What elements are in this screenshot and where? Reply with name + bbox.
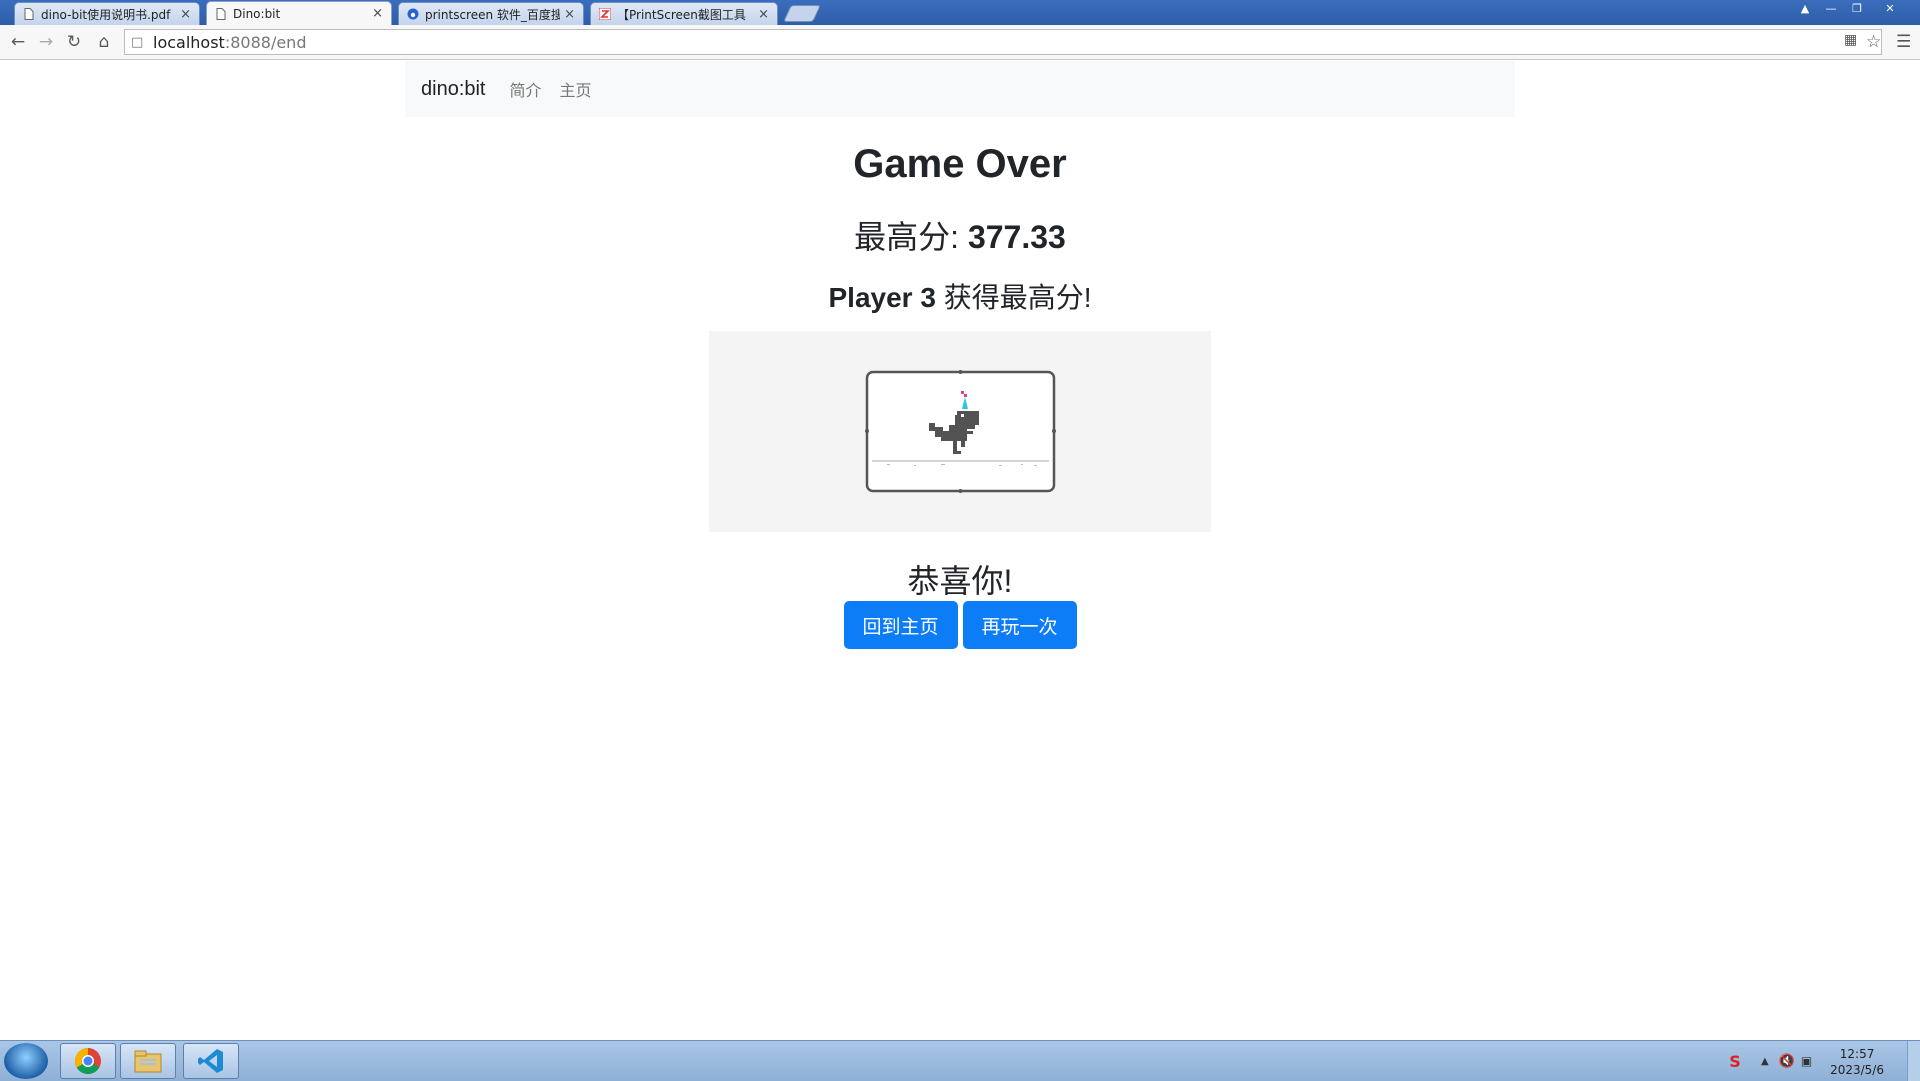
- reload-icon[interactable]: ↻: [64, 32, 84, 52]
- url-path: :8088/end: [224, 32, 307, 52]
- folder-icon: [134, 1050, 162, 1073]
- restore-icon[interactable]: ❐: [1844, 0, 1870, 17]
- chrome-icon: [74, 1047, 101, 1075]
- sogou-ime-icon[interactable]: S: [1725, 1051, 1745, 1071]
- high-score-value: 377.33: [967, 219, 1066, 255]
- document-icon: [23, 8, 35, 20]
- browser-toolbar: ← → ↻ ⌂ □ localhost :8088/end ▦ ☆ ☰: [0, 25, 1920, 60]
- tab-title: printscreen 软件_百度搜: [425, 7, 561, 22]
- bookmark-star-icon[interactable]: ☆: [1866, 32, 1881, 52]
- translate-icon[interactable]: ▦: [1844, 32, 1857, 48]
- dino-device-image: [865, 370, 1056, 493]
- start-button[interactable]: [4, 1043, 48, 1079]
- navbar-brand[interactable]: dino:bit: [421, 78, 486, 101]
- tray-expand-icon[interactable]: ▲: [1761, 1056, 1769, 1067]
- new-tab-button[interactable]: [783, 5, 821, 22]
- clock-time: 12:57: [1839, 1047, 1875, 1061]
- close-icon[interactable]: ×: [564, 7, 575, 22]
- tab-dinobit[interactable]: Dino:bit ×: [206, 1, 392, 25]
- taskbar-clock[interactable]: 12:57 2023/5/6: [1830, 1046, 1884, 1078]
- explorer-taskbar-item[interactable]: [120, 1043, 176, 1079]
- tab-title: dino-bit使用说明书.pdf: [41, 7, 171, 22]
- forward-icon[interactable]: →: [36, 32, 56, 52]
- windows-taskbar: S ▲ 🔇 ▣ 12:57 2023/5/6: [0, 1040, 1920, 1081]
- tab-strip: dino-bit使用说明书.pdf × Dino:bit × printscre…: [0, 0, 1920, 25]
- high-score: 最高分: 377.33: [0, 212, 1920, 258]
- play-again-button[interactable]: 再玩一次: [962, 601, 1077, 649]
- clock-date: 2023/5/6: [1830, 1063, 1884, 1077]
- nav-link-home[interactable]: 主页: [560, 77, 592, 101]
- winner-suffix: 获得最高分!: [935, 282, 1092, 313]
- network-icon[interactable]: ▣: [1801, 1054, 1812, 1068]
- tab-baidu[interactable]: printscreen 软件_百度搜 ×: [398, 2, 584, 25]
- tab-pdf[interactable]: dino-bit使用说明书.pdf ×: [14, 2, 200, 25]
- high-score-label: 最高分:: [854, 219, 968, 255]
- tab-title: 【PrintScreen截图工具: [617, 7, 746, 22]
- close-icon[interactable]: ×: [758, 7, 769, 22]
- url-host: localhost: [153, 32, 225, 52]
- minimize-icon[interactable]: —: [1818, 0, 1844, 17]
- close-window-icon[interactable]: ✕: [1870, 0, 1910, 17]
- action-buttons: 回到主页 再玩一次: [0, 601, 1920, 649]
- menu-icon[interactable]: ☰: [1896, 32, 1911, 52]
- congrats-message: 恭喜你!: [907, 563, 1013, 599]
- baidu-icon: [407, 8, 419, 20]
- tab-title: Dino:bit: [233, 6, 281, 21]
- vscode-icon: [198, 1049, 223, 1073]
- page-title: Game Over: [853, 142, 1067, 186]
- page-icon: □: [131, 34, 144, 50]
- home-icon[interactable]: ⌂: [94, 32, 114, 52]
- nav-link-intro[interactable]: 简介: [510, 77, 542, 101]
- volume-muted-icon[interactable]: 🔇: [1779, 1054, 1795, 1069]
- back-home-button[interactable]: 回到主页: [843, 601, 958, 649]
- document-icon: [215, 7, 227, 20]
- chrome-taskbar-item[interactable]: [60, 1043, 116, 1079]
- close-icon[interactable]: ×: [180, 7, 191, 22]
- close-icon[interactable]: ×: [372, 6, 383, 21]
- show-desktop-button[interactable]: [1907, 1041, 1920, 1081]
- user-icon[interactable]: ▲: [1792, 0, 1818, 17]
- back-icon[interactable]: ←: [8, 32, 28, 52]
- system-tray: S ▲ 🔇 ▣: [1725, 1041, 1812, 1081]
- tab-printscreen[interactable]: 【PrintScreen截图工具 ×: [590, 2, 778, 25]
- site-navbar: dino:bit 简介 主页: [405, 61, 1515, 117]
- game-panel: [709, 331, 1211, 532]
- zhihu-icon: [599, 8, 611, 20]
- address-bar[interactable]: □ localhost :8088/end: [124, 29, 1882, 55]
- window-controls: ▲ — ❐ ✕: [1792, 0, 1910, 17]
- winner-player: Player 3: [828, 282, 936, 313]
- vscode-taskbar-item[interactable]: [183, 1043, 239, 1079]
- winner-line: Player 3 获得最高分!: [0, 276, 1920, 316]
